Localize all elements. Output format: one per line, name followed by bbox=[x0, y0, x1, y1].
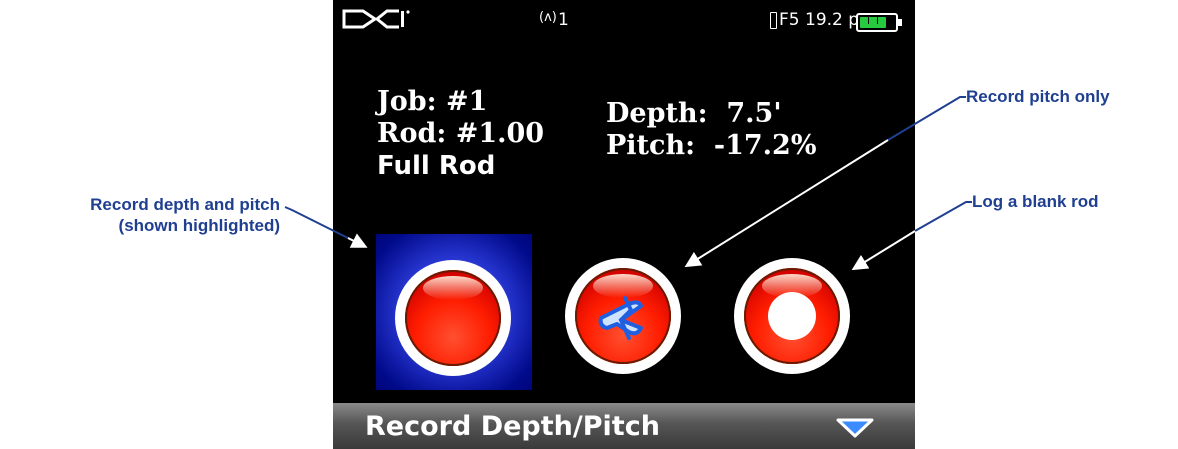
leader-line-pitch-only-arrow bbox=[684, 139, 889, 268]
leader-line-pitch-only bbox=[887, 96, 966, 141]
leader-line-depth-pitch-arrow bbox=[347, 233, 368, 248]
leader-line-blank-rod bbox=[914, 201, 972, 232]
leader-line-blank-rod-arrow bbox=[851, 230, 916, 271]
callout-leader-lines bbox=[284, 96, 972, 271]
